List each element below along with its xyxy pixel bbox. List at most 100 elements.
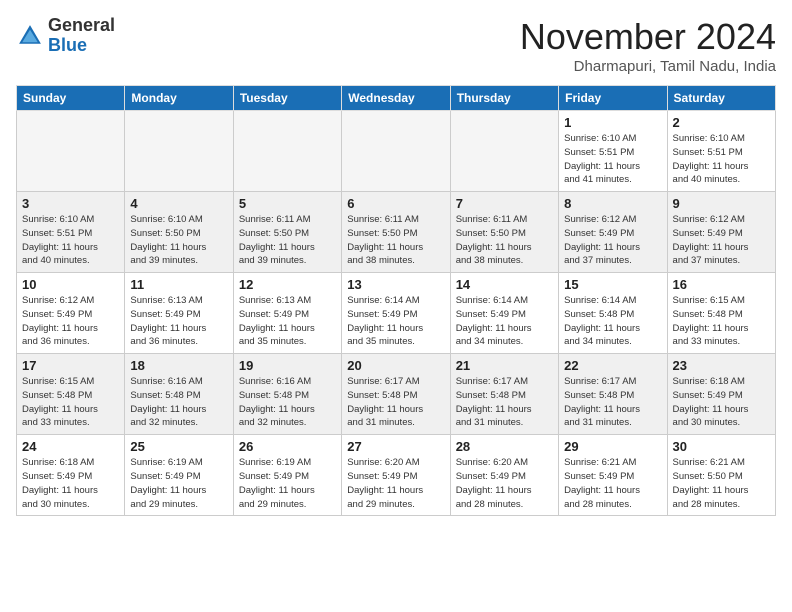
day-number: 8 [564, 196, 661, 211]
calendar-cell [342, 111, 450, 192]
calendar-cell [17, 111, 125, 192]
day-info: Sunrise: 6:14 AM Sunset: 5:49 PM Dayligh… [347, 294, 444, 349]
day-number: 26 [239, 439, 336, 454]
day-number: 12 [239, 277, 336, 292]
day-info: Sunrise: 6:17 AM Sunset: 5:48 PM Dayligh… [456, 375, 553, 430]
calendar-cell: 19 Sunrise: 6:16 AM Sunset: 5:48 PM Dayli… [233, 354, 341, 435]
day-number: 9 [673, 196, 770, 211]
location: Dharmapuri, Tamil Nadu, India [520, 58, 776, 75]
calendar-cell: 1 Sunrise: 6:10 AM Sunset: 5:51 PM Daylig… [559, 111, 667, 192]
calendar-row-1: 3Sunrise: 6:10 AM Sunset: 5:51 PM Daylig… [17, 192, 776, 273]
day-info: Sunrise: 6:13 AM Sunset: 5:49 PM Dayligh… [239, 294, 336, 349]
day-info: Sunrise: 6:20 AM Sunset: 5:49 PM Dayligh… [456, 456, 553, 511]
day-number: 21 [456, 358, 553, 373]
title-block: November 2024 Dharmapuri, Tamil Nadu, In… [520, 16, 776, 75]
day-number: 13 [347, 277, 444, 292]
day-info: Sunrise: 6:20 AM Sunset: 5:49 PM Dayligh… [347, 456, 444, 511]
day-number: 10 [22, 277, 119, 292]
calendar-header-friday: Friday [559, 86, 667, 111]
calendar-cell: 13 Sunrise: 6:14 AM Sunset: 5:49 PM Dayli… [342, 273, 450, 354]
day-info: Sunrise: 6:19 AM Sunset: 5:49 PM Dayligh… [239, 456, 336, 511]
day-info: Sunrise: 6:21 AM Sunset: 5:50 PM Dayligh… [673, 456, 770, 511]
day-number: 2 [673, 115, 770, 130]
calendar-cell: 17Sunrise: 6:15 AM Sunset: 5:48 PM Dayli… [17, 354, 125, 435]
calendar-cell: 21 Sunrise: 6:17 AM Sunset: 5:48 PM Dayli… [450, 354, 558, 435]
day-info: Sunrise: 6:18 AM Sunset: 5:49 PM Dayligh… [22, 456, 119, 511]
calendar-cell: 5 Sunrise: 6:11 AM Sunset: 5:50 PM Daylig… [233, 192, 341, 273]
calendar-cell: 29 Sunrise: 6:21 AM Sunset: 5:49 PM Dayli… [559, 435, 667, 516]
calendar-cell: 22Sunrise: 6:17 AM Sunset: 5:48 PM Dayli… [559, 354, 667, 435]
day-info: Sunrise: 6:10 AM Sunset: 5:50 PM Dayligh… [130, 213, 227, 268]
day-info: Sunrise: 6:16 AM Sunset: 5:48 PM Dayligh… [130, 375, 227, 430]
day-info: Sunrise: 6:14 AM Sunset: 5:49 PM Dayligh… [456, 294, 553, 349]
calendar-table: SundayMondayTuesdayWednesdayThursdayFrid… [16, 85, 776, 516]
calendar-cell: 30 Sunrise: 6:21 AM Sunset: 5:50 PM Dayli… [667, 435, 775, 516]
calendar-cell: 18 Sunrise: 6:16 AM Sunset: 5:48 PM Dayli… [125, 354, 233, 435]
day-info: Sunrise: 6:12 AM Sunset: 5:49 PM Dayligh… [564, 213, 661, 268]
day-number: 28 [456, 439, 553, 454]
day-number: 5 [239, 196, 336, 211]
calendar-cell: 27 Sunrise: 6:20 AM Sunset: 5:49 PM Dayli… [342, 435, 450, 516]
day-info: Sunrise: 6:11 AM Sunset: 5:50 PM Dayligh… [456, 213, 553, 268]
day-number: 15 [564, 277, 661, 292]
calendar-cell: 26 Sunrise: 6:19 AM Sunset: 5:49 PM Dayli… [233, 435, 341, 516]
day-info: Sunrise: 6:14 AM Sunset: 5:48 PM Dayligh… [564, 294, 661, 349]
day-number: 20 [347, 358, 444, 373]
calendar-header-sunday: Sunday [17, 86, 125, 111]
day-number: 25 [130, 439, 227, 454]
calendar-cell [125, 111, 233, 192]
day-info: Sunrise: 6:11 AM Sunset: 5:50 PM Dayligh… [347, 213, 444, 268]
calendar-row-2: 10Sunrise: 6:12 AM Sunset: 5:49 PM Dayli… [17, 273, 776, 354]
calendar-cell: 12 Sunrise: 6:13 AM Sunset: 5:49 PM Dayli… [233, 273, 341, 354]
day-info: Sunrise: 6:11 AM Sunset: 5:50 PM Dayligh… [239, 213, 336, 268]
page-header: General Blue November 2024 Dharmapuri, T… [16, 16, 776, 75]
calendar-row-4: 24 Sunrise: 6:18 AM Sunset: 5:49 PM Dayli… [17, 435, 776, 516]
day-info: Sunrise: 6:16 AM Sunset: 5:48 PM Dayligh… [239, 375, 336, 430]
calendar-cell: 24 Sunrise: 6:18 AM Sunset: 5:49 PM Dayli… [17, 435, 125, 516]
calendar-header-row: SundayMondayTuesdayWednesdayThursdayFrid… [17, 86, 776, 111]
day-number: 27 [347, 439, 444, 454]
logo: General Blue [16, 16, 115, 56]
month-title: November 2024 [520, 16, 776, 58]
day-info: Sunrise: 6:17 AM Sunset: 5:48 PM Dayligh… [347, 375, 444, 430]
calendar-header-monday: Monday [125, 86, 233, 111]
day-number: 14 [456, 277, 553, 292]
calendar-header-wednesday: Wednesday [342, 86, 450, 111]
calendar-cell: 11 Sunrise: 6:13 AM Sunset: 5:49 PM Dayli… [125, 273, 233, 354]
day-number: 23 [673, 358, 770, 373]
day-number: 30 [673, 439, 770, 454]
calendar-cell: 9 Sunrise: 6:12 AM Sunset: 5:49 PM Daylig… [667, 192, 775, 273]
day-number: 29 [564, 439, 661, 454]
day-info: Sunrise: 6:10 AM Sunset: 5:51 PM Dayligh… [673, 132, 770, 187]
calendar-cell: 4 Sunrise: 6:10 AM Sunset: 5:50 PM Daylig… [125, 192, 233, 273]
calendar-cell: 2 Sunrise: 6:10 AM Sunset: 5:51 PM Daylig… [667, 111, 775, 192]
day-number: 4 [130, 196, 227, 211]
day-info: Sunrise: 6:13 AM Sunset: 5:49 PM Dayligh… [130, 294, 227, 349]
calendar-cell: 6 Sunrise: 6:11 AM Sunset: 5:50 PM Daylig… [342, 192, 450, 273]
calendar-header-tuesday: Tuesday [233, 86, 341, 111]
day-info: Sunrise: 6:17 AM Sunset: 5:48 PM Dayligh… [564, 375, 661, 430]
calendar-cell: 10Sunrise: 6:12 AM Sunset: 5:49 PM Dayli… [17, 273, 125, 354]
day-info: Sunrise: 6:15 AM Sunset: 5:48 PM Dayligh… [22, 375, 119, 430]
day-info: Sunrise: 6:21 AM Sunset: 5:49 PM Dayligh… [564, 456, 661, 511]
day-number: 18 [130, 358, 227, 373]
day-number: 7 [456, 196, 553, 211]
calendar-cell: 25Sunrise: 6:19 AM Sunset: 5:49 PM Dayli… [125, 435, 233, 516]
day-info: Sunrise: 6:10 AM Sunset: 5:51 PM Dayligh… [22, 213, 119, 268]
day-number: 16 [673, 277, 770, 292]
day-info: Sunrise: 6:10 AM Sunset: 5:51 PM Dayligh… [564, 132, 661, 187]
day-number: 6 [347, 196, 444, 211]
day-number: 24 [22, 439, 119, 454]
day-info: Sunrise: 6:15 AM Sunset: 5:48 PM Dayligh… [673, 294, 770, 349]
day-info: Sunrise: 6:12 AM Sunset: 5:49 PM Dayligh… [673, 213, 770, 268]
calendar-cell [450, 111, 558, 192]
calendar-row-3: 17Sunrise: 6:15 AM Sunset: 5:48 PM Dayli… [17, 354, 776, 435]
day-number: 11 [130, 277, 227, 292]
calendar-cell: 28 Sunrise: 6:20 AM Sunset: 5:49 PM Dayli… [450, 435, 558, 516]
day-number: 1 [564, 115, 661, 130]
calendar-row-0: 1 Sunrise: 6:10 AM Sunset: 5:51 PM Daylig… [17, 111, 776, 192]
day-info: Sunrise: 6:18 AM Sunset: 5:49 PM Dayligh… [673, 375, 770, 430]
calendar-header-thursday: Thursday [450, 86, 558, 111]
day-number: 19 [239, 358, 336, 373]
calendar-cell: 3Sunrise: 6:10 AM Sunset: 5:51 PM Daylig… [17, 192, 125, 273]
